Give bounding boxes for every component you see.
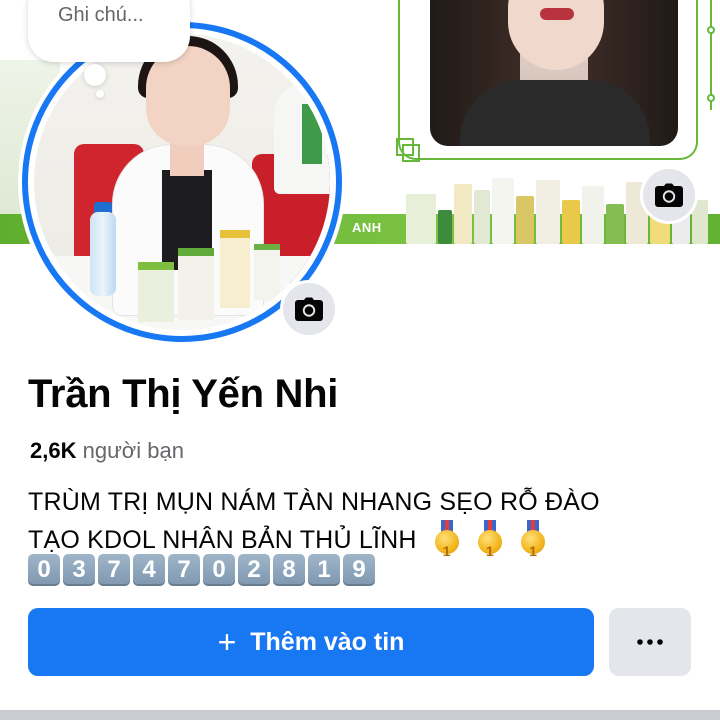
keycap-digit: 1 <box>308 554 340 586</box>
note-bubble[interactable]: Ghi chú... <box>28 0 190 62</box>
bio-line: TẠO KDOL NHÂN BẢN THỦ LĨNH <box>28 526 417 554</box>
keycap-digit: 0 <box>203 554 235 586</box>
keycap-digit: 7 <box>168 554 200 586</box>
friends-count[interactable]: 2,6K người bạn <box>30 438 184 464</box>
more-dots-icon <box>637 639 663 645</box>
friends-number: 2,6K <box>30 438 77 463</box>
keycap-digit: 4 <box>133 554 165 586</box>
profile-name: Trần Thị Yến Nhi <box>28 372 339 416</box>
cover-portrait-image <box>430 0 678 146</box>
profile-picture[interactable] <box>34 34 330 330</box>
profile-bio: TRÙM TRỊ MỤN NÁM TÀN NHANG SẸO RỖ ĐÀO TẠ… <box>28 484 708 559</box>
add-to-story-label: Thêm vào tin <box>250 627 405 656</box>
cover-camera-button[interactable] <box>640 166 698 224</box>
add-to-story-button[interactable]: + Thêm vào tin <box>28 608 594 676</box>
camera-icon <box>295 297 323 321</box>
note-placeholder: Ghi chú... <box>58 4 144 26</box>
keycap-digit: 9 <box>343 554 375 586</box>
bio-line: TRÙM TRỊ MỤN NÁM TÀN NHANG SẸO RỖ ĐÀO <box>28 488 600 516</box>
first-place-medal-icon: 1 <box>434 520 460 559</box>
decoration-dot <box>707 94 715 102</box>
keycap-digit: 3 <box>63 554 95 586</box>
keycap-digit: 8 <box>273 554 305 586</box>
keycap-digit: 7 <box>98 554 130 586</box>
first-place-medal-icon: 1 <box>477 520 503 559</box>
cover-banner-text: ANH <box>352 220 382 235</box>
camera-icon <box>655 183 683 207</box>
more-options-button[interactable] <box>609 608 691 676</box>
phone-number-keycaps: 0 3 7 4 7 0 2 8 1 9 <box>28 554 375 586</box>
avatar-camera-button[interactable] <box>280 280 338 338</box>
section-divider <box>0 704 720 720</box>
note-bubble-tail <box>84 64 106 86</box>
decoration-dot <box>707 26 715 34</box>
note-bubble-tail <box>96 90 104 98</box>
keycap-digit: 0 <box>28 554 60 586</box>
plus-icon: + <box>217 624 237 660</box>
keycap-digit: 2 <box>238 554 270 586</box>
decoration-square <box>402 144 420 162</box>
bio-line-with-medals: TẠO KDOL NHÂN BẢN THỦ LĨNH 1 1 1 <box>28 520 708 559</box>
first-place-medal-icon: 1 <box>520 520 546 559</box>
friends-label: người bạn <box>82 438 184 463</box>
